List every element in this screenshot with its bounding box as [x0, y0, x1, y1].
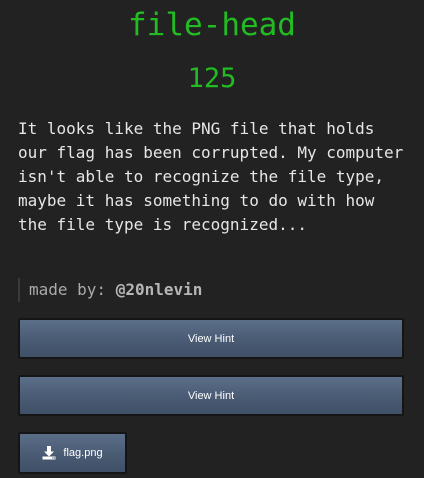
hint-button-label: View Hint: [187, 332, 235, 345]
download-icon: [42, 446, 56, 460]
file-name: flag.png: [63, 447, 103, 459]
challenge-page: file-head 125 It looks like the PNG file…: [0, 0, 424, 478]
view-hint-button-2[interactable]: View Hint: [18, 375, 404, 416]
file-download-button[interactable]: flag.png: [18, 432, 127, 474]
author-prefix: made by:: [29, 280, 116, 299]
hint-button-label: View Hint: [187, 389, 235, 402]
author-handle: @20nlevin: [115, 280, 203, 299]
challenge-title: file-head: [128, 7, 296, 43]
challenge-description: It looks like the PNG file that holds ou…: [18, 119, 413, 234]
view-hint-button-1[interactable]: View Hint: [18, 318, 404, 359]
challenge-points: 125: [187, 63, 237, 94]
author-credit: made by: @20nlevin: [18, 278, 202, 302]
